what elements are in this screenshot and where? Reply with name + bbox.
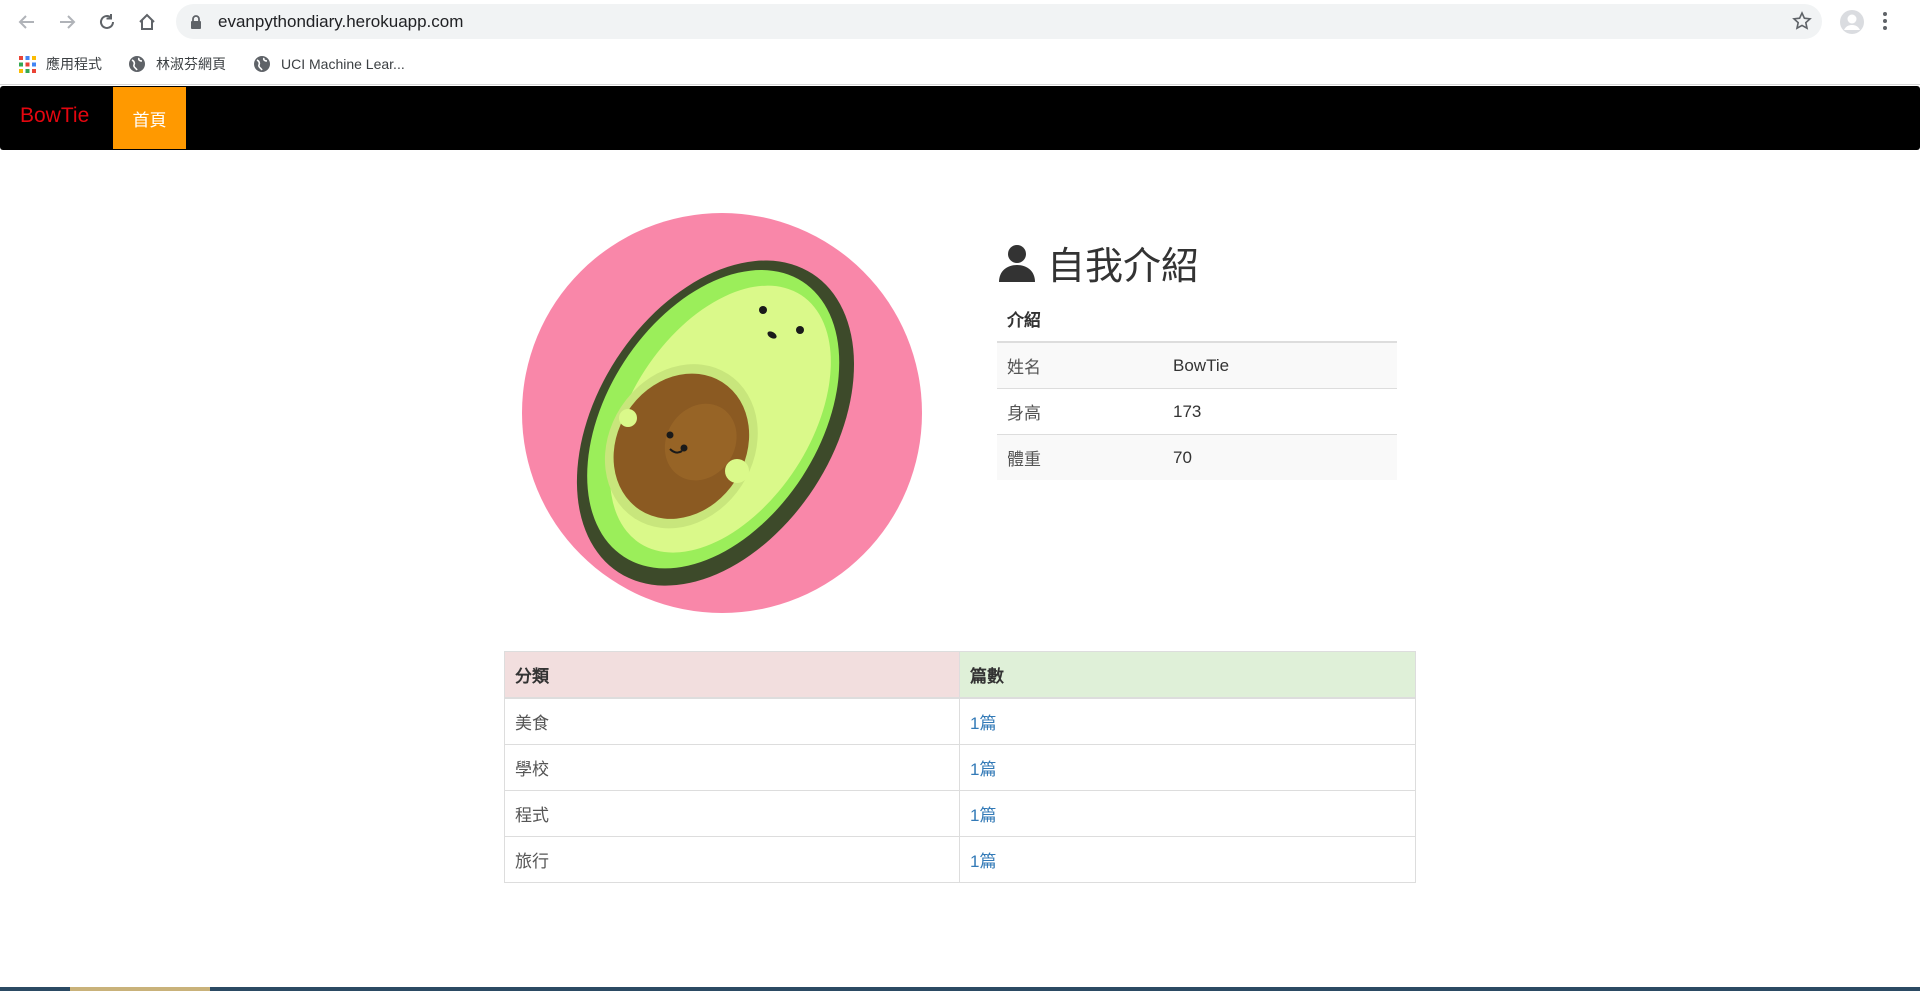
arrow-left-icon: [18, 15, 34, 29]
profile-label: 體重: [997, 434, 1163, 480]
taskbar-edge: [0, 987, 1920, 991]
profile-label: 姓名: [997, 341, 1163, 389]
nav-home-link[interactable]: 首頁: [113, 87, 186, 149]
bookmark-label: UCI Machine Lear...: [281, 56, 405, 72]
home-button[interactable]: [134, 9, 160, 35]
table-row: 旅行 1篇: [504, 836, 1416, 883]
home-icon: [139, 13, 155, 30]
profile-value: BowTie: [1163, 341, 1397, 389]
intro-heading: 自我介紹: [997, 236, 1199, 288]
bookmark-uci[interactable]: UCI Machine Lear...: [253, 53, 405, 75]
user-icon: [997, 242, 1037, 282]
browser-toolbar: evanpythondiary.herokuapp.com: [0, 0, 1920, 43]
menu-dots-icon[interactable]: [1882, 10, 1888, 36]
category-name: 旅行: [504, 836, 960, 883]
category-count-link[interactable]: 1篇: [970, 760, 996, 779]
category-count-link[interactable]: 1篇: [970, 852, 996, 871]
category-count-cell: 1篇: [959, 697, 1416, 745]
apps-grid-icon: [19, 55, 36, 73]
bookmark-label: 林淑芬網頁: [156, 56, 226, 72]
count-header: 篇數: [959, 651, 1416, 699]
table-row: 身高 173: [997, 388, 1397, 435]
category-name: 美食: [504, 697, 960, 745]
forward-button[interactable]: [54, 9, 80, 35]
bookmark-apps[interactable]: 應用程式: [19, 53, 102, 75]
bookmark-label: 應用程式: [46, 56, 102, 72]
profile-table: 介紹 姓名 BowTie 身高 173 體重 70: [997, 296, 1397, 480]
address-bar[interactable]: evanpythondiary.herokuapp.com: [176, 4, 1822, 39]
lock-icon: [190, 14, 202, 33]
table-row: 學校 1篇: [504, 744, 1416, 791]
avocado-illustration-icon: [522, 213, 922, 613]
bookmark-star-icon[interactable]: [1792, 11, 1812, 35]
category-name: 程式: [504, 790, 960, 837]
profile-value: 70: [1163, 434, 1397, 480]
site-navbar: BowTie 首頁: [0, 86, 1920, 150]
bookmark-lin-page[interactable]: 林淑芬網頁: [128, 53, 226, 75]
brand-link[interactable]: BowTie: [20, 104, 89, 128]
category-header: 分類: [504, 651, 960, 699]
bookmarks-bar: 應用程式 林淑芬網頁 UCI Machine Lear...: [0, 43, 1920, 85]
category-count-link[interactable]: 1篇: [970, 806, 996, 825]
profile-label: 身高: [997, 388, 1163, 435]
globe-icon: [253, 55, 271, 73]
category-count-cell: 1篇: [959, 836, 1416, 883]
category-count-cell: 1篇: [959, 790, 1416, 837]
profile-table-header: 介紹: [997, 296, 1397, 343]
table-row: 體重 70: [997, 434, 1397, 480]
back-button[interactable]: [14, 9, 40, 35]
category-count-link[interactable]: 1篇: [970, 714, 996, 733]
reload-icon: [100, 14, 114, 29]
taskbar-segment: [70, 987, 210, 991]
category-name: 學校: [504, 744, 960, 791]
page-title: 自我介紹: [1047, 243, 1200, 288]
profile-avatar-icon[interactable]: [1839, 9, 1865, 39]
category-table: 分類 篇數 美食 1篇 學校 1篇 程式 1篇 旅行 1篇: [504, 651, 1416, 883]
globe-icon: [128, 55, 146, 73]
profile-value: 173: [1163, 388, 1397, 435]
table-row: 姓名 BowTie: [997, 341, 1397, 389]
avatar-image: [522, 213, 922, 613]
url-text: evanpythondiary.herokuapp.com: [218, 12, 464, 31]
table-row: 程式 1篇: [504, 790, 1416, 837]
reload-button[interactable]: [94, 9, 120, 35]
table-row: 美食 1篇: [504, 697, 1416, 745]
category-count-cell: 1篇: [959, 744, 1416, 791]
arrow-right-icon: [60, 15, 76, 29]
